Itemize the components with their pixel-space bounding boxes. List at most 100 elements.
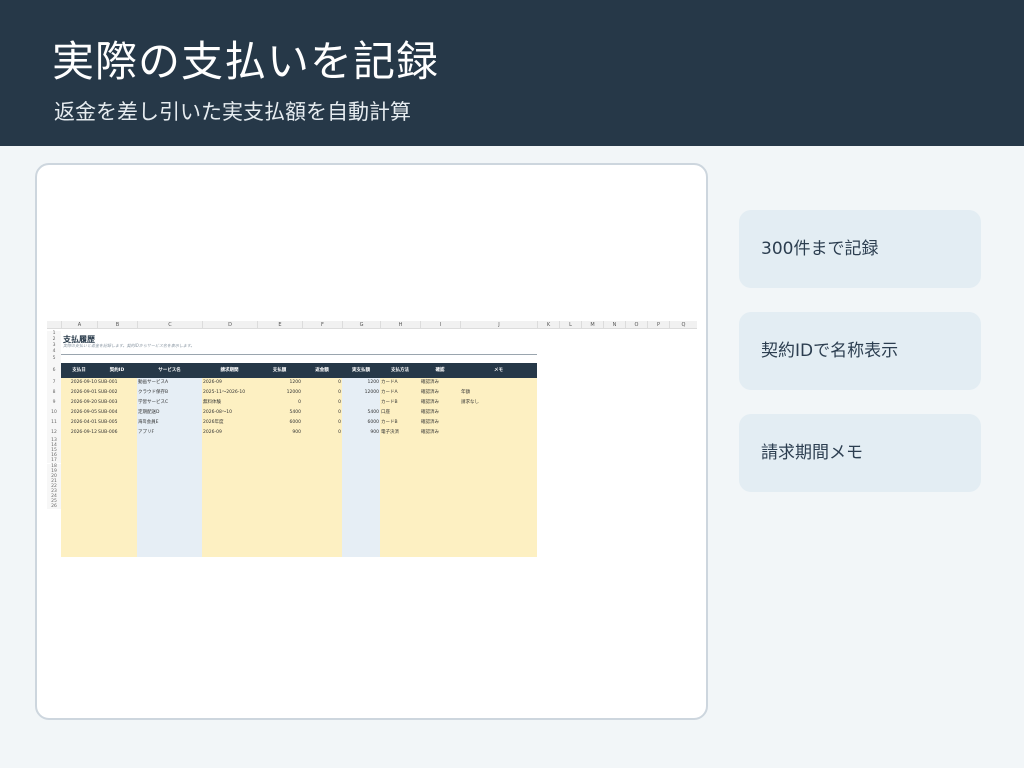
row-header[interactable]: 9 (47, 398, 61, 408)
table-cell[interactable]: 確認済み (421, 408, 460, 418)
column-header[interactable]: N (603, 321, 625, 329)
table-cell[interactable]: アプリF (138, 428, 202, 438)
column-header[interactable]: K (537, 321, 559, 329)
table-cell[interactable]: 0 (302, 378, 341, 388)
table-cell[interactable]: 2026-09-20 (61, 398, 97, 408)
table-cell[interactable]: SUB-002 (98, 388, 137, 398)
table-cell[interactable]: 2026-09 (203, 378, 257, 388)
table-cell[interactable]: 0 (302, 428, 341, 438)
table-header-cell[interactable]: 実支払額 (342, 363, 380, 378)
table-cell[interactable]: 2026-09-12 (61, 428, 97, 438)
column-header[interactable]: B (97, 321, 137, 329)
table-cell[interactable]: 0 (302, 408, 341, 418)
table-cell[interactable]: 2025-11～2026-10 (203, 388, 257, 398)
table-cell[interactable]: 請求なし (461, 398, 537, 408)
table-cell[interactable]: 口座 (381, 408, 420, 418)
table-cell[interactable]: SUB-001 (98, 378, 137, 388)
table-header-cell[interactable]: 支払額 (257, 363, 302, 378)
column-header[interactable]: M (581, 321, 603, 329)
title-divider (61, 354, 537, 355)
row-header[interactable]: 5 (47, 355, 61, 363)
table-cell[interactable]: 年額 (461, 388, 537, 398)
column-header[interactable]: O (625, 321, 647, 329)
table-cell[interactable]: 0 (302, 418, 341, 428)
column-header[interactable]: H (380, 321, 420, 329)
column-header[interactable]: G (342, 321, 380, 329)
table-cell[interactable]: クラウド保存B (138, 388, 202, 398)
table-header-cell[interactable]: 支払日 (61, 363, 97, 378)
feature-card-record-limit: 300件まで記録 (739, 210, 981, 288)
table-header-cell[interactable]: 確認 (420, 363, 460, 378)
table-cell[interactable]: 900 (342, 428, 379, 438)
table-header-cell[interactable]: 返金額 (302, 363, 342, 378)
table-cell[interactable]: 学習サービスC (138, 398, 202, 408)
table-cell[interactable]: 確認済み (421, 428, 460, 438)
table-cell[interactable]: 0 (302, 388, 341, 398)
table-cell[interactable]: カードA (381, 378, 420, 388)
table-cell[interactable]: 6000 (342, 418, 379, 428)
table-cell[interactable]: 900 (257, 428, 301, 438)
slide-subtitle: 返金を差し引いた実支払額を自動計算 (54, 100, 411, 124)
row-header[interactable]: 6 (47, 363, 61, 378)
table-cell[interactable]: 動画サービスA (138, 378, 202, 388)
table-cell[interactable]: 確認済み (421, 388, 460, 398)
table-cell[interactable]: 2026年度 (203, 418, 257, 428)
table-header-cell[interactable]: メモ (460, 363, 537, 378)
table-cell[interactable]: 2026-09 (203, 428, 257, 438)
column-header[interactable]: J (460, 321, 537, 329)
row-header[interactable]: 11 (47, 418, 61, 428)
column-header-bar: ABCDEFGHIJKLMNOPQ (47, 321, 697, 329)
table-cell[interactable]: 6000 (257, 418, 301, 428)
table-cell[interactable]: 1200 (342, 378, 379, 388)
table-cell[interactable]: 確認済み (421, 398, 460, 408)
table-cell[interactable]: 確認済み (421, 418, 460, 428)
table-cell[interactable]: 12000 (342, 388, 379, 398)
table-cell[interactable]: SUB-005 (98, 418, 137, 428)
table-header-cell[interactable]: サービス名 (137, 363, 202, 378)
table-cell[interactable]: 2026-09-10 (61, 378, 97, 388)
table-header-cell[interactable]: 請求期間 (202, 363, 257, 378)
table-cell[interactable]: 2026-09-01 (61, 388, 97, 398)
table-cell[interactable]: 5400 (342, 408, 379, 418)
table-cell[interactable]: 定期配送D (138, 408, 202, 418)
table-cell[interactable]: 0 (257, 398, 301, 408)
table-cell[interactable]: 12000 (257, 388, 301, 398)
table-cell[interactable]: カードA (381, 388, 420, 398)
column-header[interactable]: L (559, 321, 581, 329)
slide-header: 実際の支払いを記録 返金を差し引いた実支払額を自動計算 (0, 0, 1024, 146)
column-header[interactable]: C (137, 321, 202, 329)
column-header[interactable]: A (61, 321, 97, 329)
table-cell[interactable]: 2026-04-01 (61, 418, 97, 428)
column-header[interactable]: Q (669, 321, 697, 329)
table-cell[interactable]: カードB (381, 398, 420, 408)
table-cell[interactable]: 無料体験 (203, 398, 257, 408)
row-header[interactable]: 7 (47, 378, 61, 388)
row-header[interactable]: 8 (47, 388, 61, 398)
table-cell[interactable]: 海외会員E (138, 418, 202, 428)
column-header[interactable]: I (420, 321, 460, 329)
table-header-cell[interactable]: 支払方法 (380, 363, 420, 378)
table-cell[interactable]: SUB-004 (98, 408, 137, 418)
table-cell[interactable]: SUB-006 (98, 428, 137, 438)
table-cell[interactable]: 1200 (257, 378, 301, 388)
feature-label: 300件まで記録 (761, 239, 879, 259)
column-header[interactable]: E (257, 321, 302, 329)
column-header[interactable]: D (202, 321, 257, 329)
column-band (342, 378, 380, 557)
table-cell[interactable]: カードB (381, 418, 420, 428)
table-header-cell[interactable]: 契約ID (97, 363, 137, 378)
table-cell[interactable]: 2026-09-05 (61, 408, 97, 418)
table-cell[interactable]: 5400 (257, 408, 301, 418)
table-cell[interactable]: 電子決済 (381, 428, 420, 438)
table-cell[interactable]: SUB-003 (98, 398, 137, 408)
column-header[interactable]: F (302, 321, 342, 329)
row-header[interactable]: 26 (47, 504, 61, 510)
column-header[interactable]: P (647, 321, 669, 329)
feature-label: 契約IDで名称表示 (761, 341, 899, 361)
table-cell[interactable]: 0 (302, 398, 341, 408)
table-cell[interactable]: 2026-08～10 (203, 408, 257, 418)
feature-card-billing-period: 請求期間メモ (739, 414, 981, 492)
row-header[interactable]: 10 (47, 408, 61, 418)
row-header[interactable]: 12 (47, 428, 61, 438)
table-cell[interactable]: 確認済み (421, 378, 460, 388)
